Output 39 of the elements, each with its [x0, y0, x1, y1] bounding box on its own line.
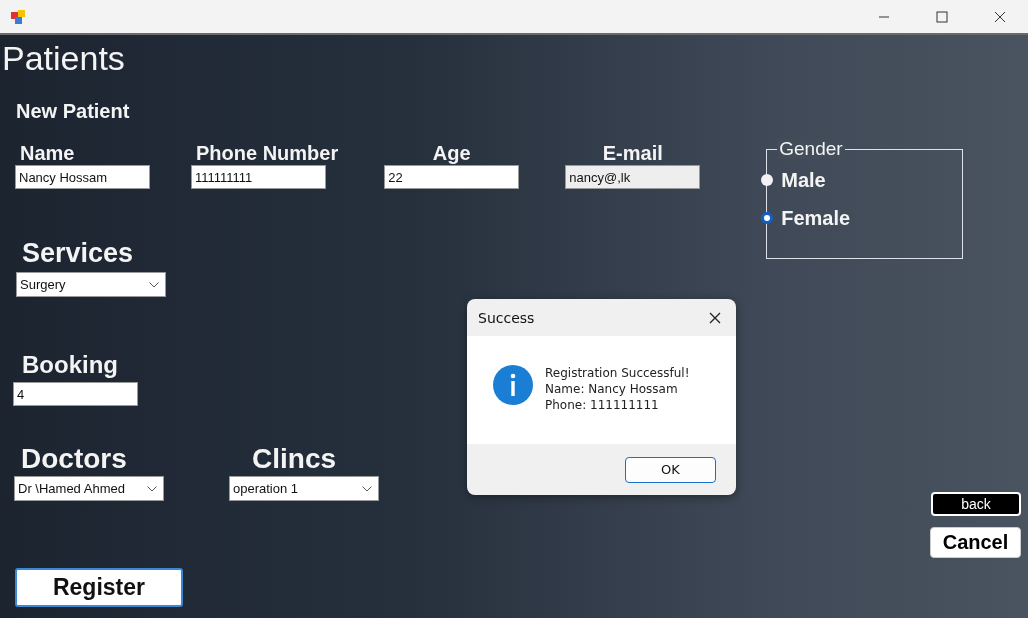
ok-button[interactable]: OK	[625, 456, 716, 483]
field-label: Services	[22, 237, 134, 269]
maximize-icon[interactable]	[936, 10, 948, 23]
cancel-button[interactable]: Cancel	[930, 527, 1021, 558]
radio-button[interactable]	[761, 174, 774, 186]
text-field[interactable]: Nancy Hossam	[15, 165, 150, 189]
close-icon[interactable]	[709, 311, 721, 324]
dialog-message: Registration Successful!	[545, 365, 690, 381]
field-label: Phone Number	[195, 141, 339, 165]
field-label: Doctors	[21, 442, 128, 476]
section-title: New Patient	[16, 99, 131, 123]
chevron-down-icon	[362, 485, 372, 492]
text-field[interactable]: 111111111	[191, 165, 326, 189]
group-label: Gender	[777, 139, 845, 159]
dialog-title: Success	[478, 309, 535, 326]
text-field[interactable]: 22	[384, 165, 520, 189]
field-label: Name	[19, 141, 75, 165]
text-field[interactable]: nancy@,lk	[565, 165, 701, 189]
back-button[interactable]: back	[931, 492, 1021, 516]
page-title: Patients	[1, 38, 126, 77]
register-button[interactable]: Register	[15, 568, 183, 607]
radio-label[interactable]: Female	[781, 206, 851, 230]
dialog-message: Name: Nancy Hossam	[545, 381, 679, 397]
field-label: Booking	[22, 350, 118, 380]
radio-label[interactable]: Male	[781, 168, 826, 192]
field-label: Age	[432, 141, 471, 165]
app-icon	[10, 8, 26, 25]
close-icon[interactable]	[994, 10, 1006, 23]
services-dropdown[interactable]: Surgery	[16, 272, 166, 297]
dialog-message: Phone: 111111111	[545, 397, 660, 413]
clinics-dropdown[interactable]: operation 1	[229, 476, 379, 501]
text-field[interactable]: 4	[13, 382, 138, 406]
field-label: E-mail	[602, 141, 663, 165]
field-label: Clincs	[252, 442, 338, 476]
info-icon	[493, 365, 533, 405]
radio-button[interactable]	[761, 212, 774, 224]
chevron-down-icon	[149, 281, 159, 288]
doctors-dropdown[interactable]: Dr \Hamed Ahmed	[14, 476, 164, 501]
chevron-down-icon	[147, 485, 157, 492]
